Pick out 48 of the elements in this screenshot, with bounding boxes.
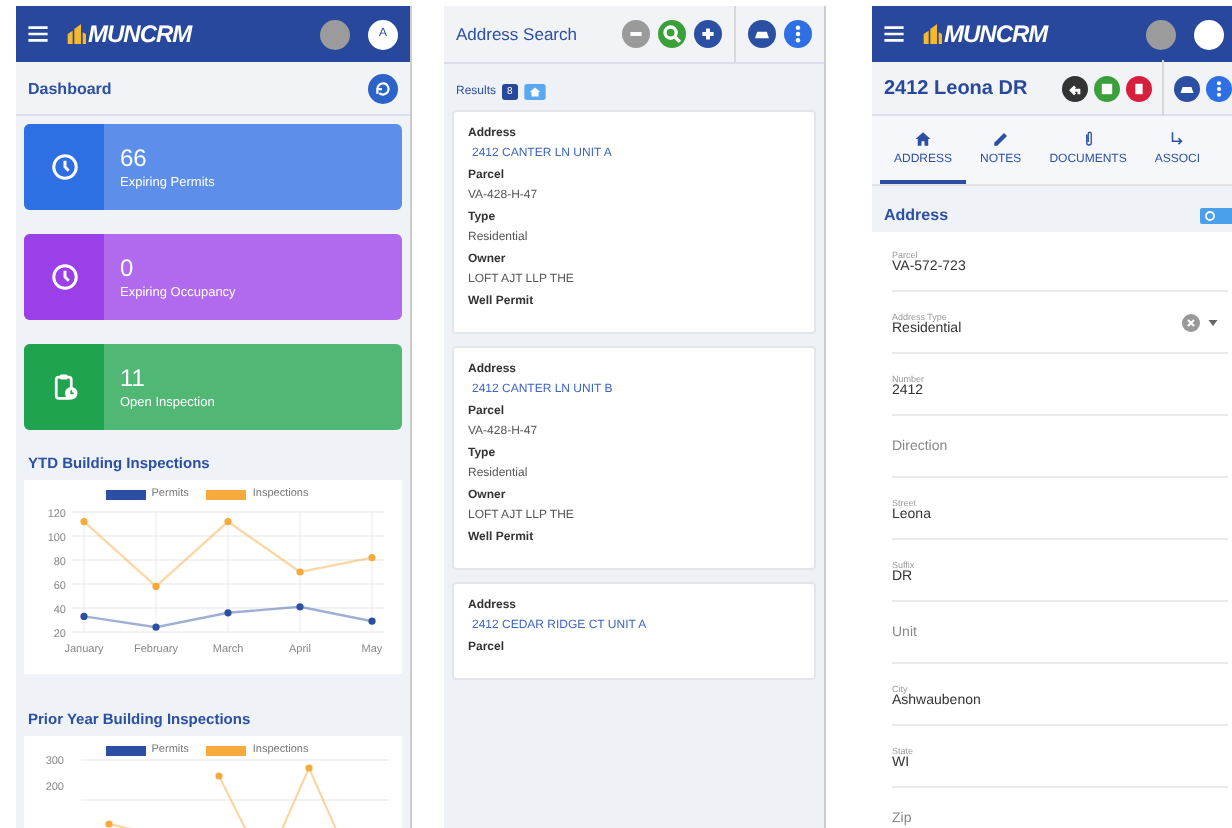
data-point: [80, 518, 88, 526]
stat-value: 66: [120, 144, 149, 172]
home-icon: [914, 130, 932, 148]
legend-swatch: [105, 745, 146, 755]
back-button[interactable]: [1062, 75, 1088, 101]
dropdown-caret-icon[interactable]: [1208, 320, 1218, 326]
app-logo: MUNCRM: [88, 20, 192, 48]
minus-button[interactable]: [622, 20, 650, 48]
data-point: [80, 612, 88, 620]
pencil-icon: [991, 130, 1010, 148]
page-title: 2412 Leona DR: [884, 77, 1028, 99]
data-point: [368, 554, 376, 562]
clipboard-clock-icon: [49, 372, 79, 402]
refresh-button[interactable]: [368, 73, 398, 103]
legend-swatch: [206, 489, 247, 499]
data-point: [152, 623, 160, 631]
data-point: [152, 582, 160, 590]
data-point: [296, 568, 304, 576]
data-point: [224, 518, 232, 526]
avatar-circle[interactable]: [1194, 19, 1224, 49]
sync-button[interactable]: [1200, 207, 1232, 223]
data-point: [224, 609, 232, 617]
app-logo: MUNCRM: [944, 20, 1048, 48]
buildings-icon: [66, 24, 86, 44]
page-title: Dashboard: [28, 79, 114, 97]
buildings-icon: [922, 24, 942, 44]
delete-button[interactable]: [1126, 75, 1152, 101]
clear-icon[interactable]: [1182, 314, 1200, 332]
turn-arrow-icon: [1168, 130, 1187, 148]
stat-value: 11: [120, 364, 147, 392]
more-options-button[interactable]: [784, 20, 812, 48]
search-button[interactable]: [658, 20, 686, 48]
car-button[interactable]: [748, 20, 776, 48]
car-button[interactable]: [1174, 75, 1200, 101]
menu-icon[interactable]: [28, 26, 48, 42]
add-button[interactable]: [694, 20, 722, 48]
home-badge-icon: [523, 84, 546, 100]
data-point: [296, 603, 304, 611]
clock-icon: [49, 152, 79, 182]
legend-swatch: [105, 489, 146, 499]
data-point: [368, 617, 376, 625]
page-title: Address Search: [456, 24, 577, 44]
legend-swatch: [206, 745, 247, 755]
stat-value: 0: [120, 254, 136, 282]
more-options-button[interactable]: [1206, 75, 1232, 101]
clock-icon: [49, 262, 79, 292]
menu-icon[interactable]: [884, 26, 904, 42]
section-title: Address: [884, 206, 951, 224]
